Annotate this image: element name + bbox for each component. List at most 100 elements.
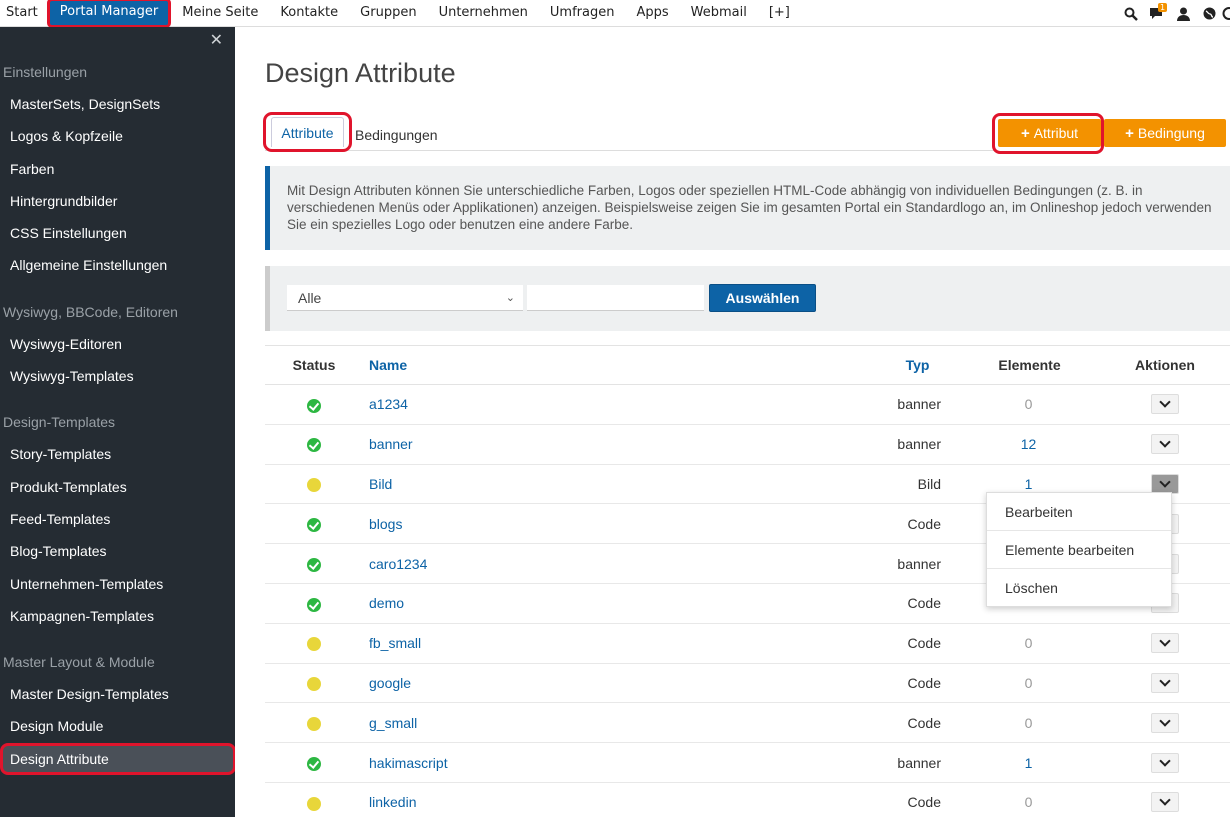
actions-cell xyxy=(1100,473,1230,494)
attribute-name-link[interactable]: google xyxy=(363,675,773,691)
nav-add[interactable]: [+] xyxy=(758,0,801,27)
nav-kontakte[interactable]: Kontakte xyxy=(269,0,349,27)
status-active-icon[interactable] xyxy=(307,557,321,572)
attribute-elements-count: 0 xyxy=(1024,396,1033,413)
status-cell xyxy=(265,635,363,652)
chevron-down-icon[interactable] xyxy=(1151,473,1179,494)
attribute-elements-count[interactable]: 1 xyxy=(957,476,1100,492)
tabs: Attribute Bedingungen xyxy=(263,112,995,152)
chevron-down-icon[interactable] xyxy=(1151,752,1179,773)
attribute-type: banner xyxy=(897,754,941,771)
topbar-icons: 1 xyxy=(1118,0,1230,27)
attribute-name-link[interactable]: fb_small xyxy=(363,635,773,651)
nav-start[interactable]: Start xyxy=(0,0,47,27)
attribute-name-link[interactable]: hakimascript xyxy=(363,755,773,771)
add-attribut-label: Attribut xyxy=(1033,125,1079,141)
attribute-name-link[interactable]: caro1234 xyxy=(363,556,773,572)
add-bedingung-button[interactable]: + Bedingung xyxy=(1104,119,1226,147)
sidebar-item-feed-templates[interactable]: Feed-Templates xyxy=(0,503,235,535)
status-active-icon[interactable] xyxy=(307,756,321,771)
chevron-down-icon[interactable] xyxy=(1151,434,1179,455)
status-inactive-icon[interactable] xyxy=(307,796,321,811)
menu-item-elemente-bearbeiten[interactable]: Elemente bearbeiten xyxy=(987,531,1171,569)
filter-select-value: Alle xyxy=(298,290,322,306)
sidebar-item-kampagnen-templates[interactable]: Kampagnen-Templates xyxy=(0,600,235,632)
main-content: Design Attribute Attribute Bedingungen +… xyxy=(235,27,1230,817)
tab-attribute[interactable]: Attribute xyxy=(263,112,352,152)
sidebar-item-unternehmen-templates[interactable]: Unternehmen-Templates xyxy=(0,568,235,600)
status-inactive-icon[interactable] xyxy=(307,637,321,652)
sidebar-item-logos[interactable]: Logos & Kopfzeile xyxy=(0,120,235,152)
status-inactive-icon[interactable] xyxy=(307,677,321,692)
attribute-name-link[interactable]: g_small xyxy=(363,715,773,731)
add-attribut-button[interactable]: + Attribut xyxy=(998,119,1101,147)
nav-unternehmen[interactable]: Unternehmen xyxy=(428,0,539,27)
sidebar-item-hintergrundbilder[interactable]: Hintergrundbilder xyxy=(0,185,235,217)
chevron-down-icon[interactable] xyxy=(1151,672,1179,693)
attribute-name-link[interactable]: banner xyxy=(363,436,773,452)
attribute-type: Code xyxy=(907,674,941,691)
chevron-down-icon[interactable] xyxy=(1151,792,1179,813)
sidebar-item-design-attribute[interactable]: Design Attribute xyxy=(0,742,236,776)
sidebar-item-farben[interactable]: Farben xyxy=(0,153,235,185)
search-icon[interactable] xyxy=(1118,0,1144,27)
plus-icon: + xyxy=(1125,125,1134,142)
nav-meine-seite[interactable]: Meine Seite xyxy=(171,0,269,27)
sidebar-section-design-templates: Design-Templates xyxy=(3,414,116,431)
sidebar-item-produkt-templates[interactable]: Produkt-Templates xyxy=(0,471,235,503)
menu-item-loeschen[interactable]: Löschen xyxy=(987,569,1171,607)
status-active-icon[interactable] xyxy=(307,597,321,612)
sidebar-item-allgemeine[interactable]: Allgemeine Einstellungen xyxy=(0,249,235,281)
attribute-elements-count[interactable]: 12 xyxy=(957,436,1100,452)
attribute-elements-count[interactable]: 1 xyxy=(957,755,1100,771)
globe-icon[interactable] xyxy=(1196,0,1222,27)
filter-select[interactable]: Alle ⌄ xyxy=(287,285,523,311)
sidebar-item-design-module[interactable]: Design Module xyxy=(0,710,235,742)
messages-icon[interactable]: 1 xyxy=(1144,0,1170,27)
nav-portal-manager[interactable]: Portal Manager xyxy=(46,0,172,28)
table-header: Status Name Typ Elemente Aktionen xyxy=(265,346,1230,385)
sidebar-item-blog-templates[interactable]: Blog-Templates xyxy=(0,535,235,567)
auswaehlen-button[interactable]: Auswählen xyxy=(709,284,816,312)
table-row: fb_small Code 0 xyxy=(265,624,1230,664)
sidebar-item-wysiwyg-templates[interactable]: Wysiwyg-Templates xyxy=(0,360,235,392)
attribute-name-link[interactable]: blogs xyxy=(363,516,773,532)
sidebar-item-wysiwyg-editoren[interactable]: Wysiwyg-Editoren xyxy=(0,328,235,360)
attribute-name-link[interactable]: Bild xyxy=(363,476,773,492)
sidebar-item-css[interactable]: CSS Einstellungen xyxy=(0,217,235,249)
nav-gruppen[interactable]: Gruppen xyxy=(349,0,427,27)
chevron-down-icon[interactable] xyxy=(1151,633,1179,654)
attribute-name-link[interactable]: demo xyxy=(363,595,773,611)
nav-apps[interactable]: Apps xyxy=(625,0,679,27)
header-typ[interactable]: Typ xyxy=(773,357,957,373)
menu-item-bearbeiten[interactable]: Bearbeiten xyxy=(987,493,1171,531)
sidebar-item-mastersets[interactable]: MasterSets, DesignSets xyxy=(0,88,235,120)
nav-webmail[interactable]: Webmail xyxy=(680,0,758,27)
attribute-name-link[interactable]: linkedin xyxy=(363,794,773,810)
nav-umfragen[interactable]: Umfragen xyxy=(539,0,626,27)
status-active-icon[interactable] xyxy=(307,398,321,413)
header-name[interactable]: Name xyxy=(363,357,773,373)
user-icon[interactable] xyxy=(1170,0,1196,27)
sidebar-item-master-design-templates[interactable]: Master Design-Templates xyxy=(0,678,235,710)
sidebar-item-story-templates[interactable]: Story-Templates xyxy=(0,438,235,470)
status-inactive-icon[interactable] xyxy=(307,716,321,731)
tab-bedingungen[interactable]: Bedingungen xyxy=(355,118,438,151)
notification-badge: 1 xyxy=(1158,3,1168,12)
filter-text-input[interactable] xyxy=(527,285,704,311)
status-cell xyxy=(265,595,363,612)
attribute-type: banner xyxy=(897,396,941,413)
filter-bar: Alle ⌄ Auswählen xyxy=(265,266,1230,331)
chevron-down-icon[interactable] xyxy=(1151,394,1179,415)
attribute-type: Code xyxy=(907,635,941,652)
status-inactive-icon[interactable] xyxy=(307,478,321,493)
attribute-elements-count: 0 xyxy=(1024,714,1033,731)
close-icon[interactable]: ✕ xyxy=(210,30,223,50)
status-active-icon[interactable] xyxy=(307,438,321,453)
chevron-down-icon[interactable] xyxy=(1151,712,1179,733)
settings-icon[interactable] xyxy=(1222,0,1230,27)
attribute-name-link[interactable]: a1234 xyxy=(363,396,773,412)
status-active-icon[interactable] xyxy=(307,517,321,532)
attribute-elements-count: 0 xyxy=(1024,674,1033,691)
attribute-type: banner xyxy=(897,555,941,572)
